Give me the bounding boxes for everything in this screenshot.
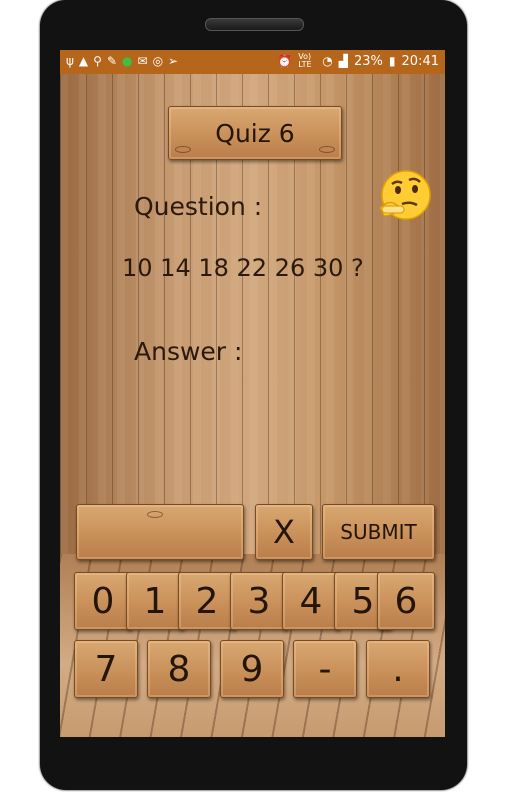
- clear-button[interactable]: X: [255, 504, 313, 560]
- thinking-face-icon: [379, 170, 431, 220]
- status-bar: ψ ▲ ⚲ ✎ ● ✉ ◎ ➢ ⏰ Vo) LTE ◔ ▟ 23% ▮ 20:4…: [60, 50, 445, 74]
- key-dot[interactable]: .: [366, 640, 430, 698]
- signal-icon: ▟: [338, 54, 349, 68]
- key-8[interactable]: 8: [147, 640, 211, 698]
- whatsapp-icon: ◎: [152, 54, 164, 68]
- answer-label: Answer :: [134, 337, 243, 366]
- warning-icon: ▲: [78, 54, 89, 68]
- key-9[interactable]: 9: [220, 640, 284, 698]
- wifi-icon: ◔: [322, 54, 333, 68]
- battery-text: 23%: [354, 53, 383, 69]
- phone-frame: ψ ▲ ⚲ ✎ ● ✉ ◎ ➢ ⏰ Vo) LTE ◔ ▟ 23% ▮ 20:4…: [40, 0, 467, 790]
- send-icon: ➢: [168, 54, 179, 68]
- chat-icon: ●: [122, 54, 133, 68]
- status-right: ⏰ Vo) LTE ◔ ▟ 23% ▮ 20:41: [277, 53, 439, 69]
- screen: ψ ▲ ⚲ ✎ ● ✉ ◎ ➢ ⏰ Vo) LTE ◔ ▟ 23% ▮ 20:4…: [60, 50, 445, 737]
- key-1[interactable]: 1: [126, 572, 184, 630]
- nail-mark: [147, 511, 163, 518]
- submit-button[interactable]: SUBMIT: [322, 504, 435, 560]
- answer-display: [76, 504, 244, 560]
- key-minus[interactable]: -: [293, 640, 357, 698]
- quiz-title: Quiz 6: [168, 106, 342, 160]
- wood-background: Quiz 6 Question : 10 14 18 22 26 30 ? An…: [60, 74, 445, 737]
- mail-icon: ✉: [137, 54, 148, 68]
- quiz-title-text: Quiz 6: [215, 118, 295, 148]
- bag-icon: ⚲: [93, 54, 102, 68]
- usb-icon: ψ: [66, 54, 74, 68]
- question-label: Question :: [134, 192, 263, 221]
- nail-mark: [175, 146, 191, 153]
- key-4[interactable]: 4: [282, 572, 340, 630]
- nail-mark: [319, 146, 335, 153]
- signature-icon: ✎: [106, 54, 118, 68]
- battery-icon: ▮: [388, 54, 396, 68]
- notification-icons: ψ ▲ ⚲ ✎ ● ✉ ◎ ➢: [66, 54, 178, 68]
- network-label: Vo) LTE: [298, 52, 312, 69]
- key-7[interactable]: 7: [74, 640, 138, 698]
- clock: 20:41: [401, 53, 439, 69]
- key-0[interactable]: 0: [74, 572, 132, 630]
- key-2[interactable]: 2: [178, 572, 236, 630]
- alarm-icon: ⏰: [277, 54, 293, 68]
- key-6[interactable]: 6: [377, 572, 435, 630]
- speaker-grille: [205, 18, 304, 31]
- key-3[interactable]: 3: [230, 572, 288, 630]
- number-sequence: 10 14 18 22 26 30 ?: [122, 254, 364, 282]
